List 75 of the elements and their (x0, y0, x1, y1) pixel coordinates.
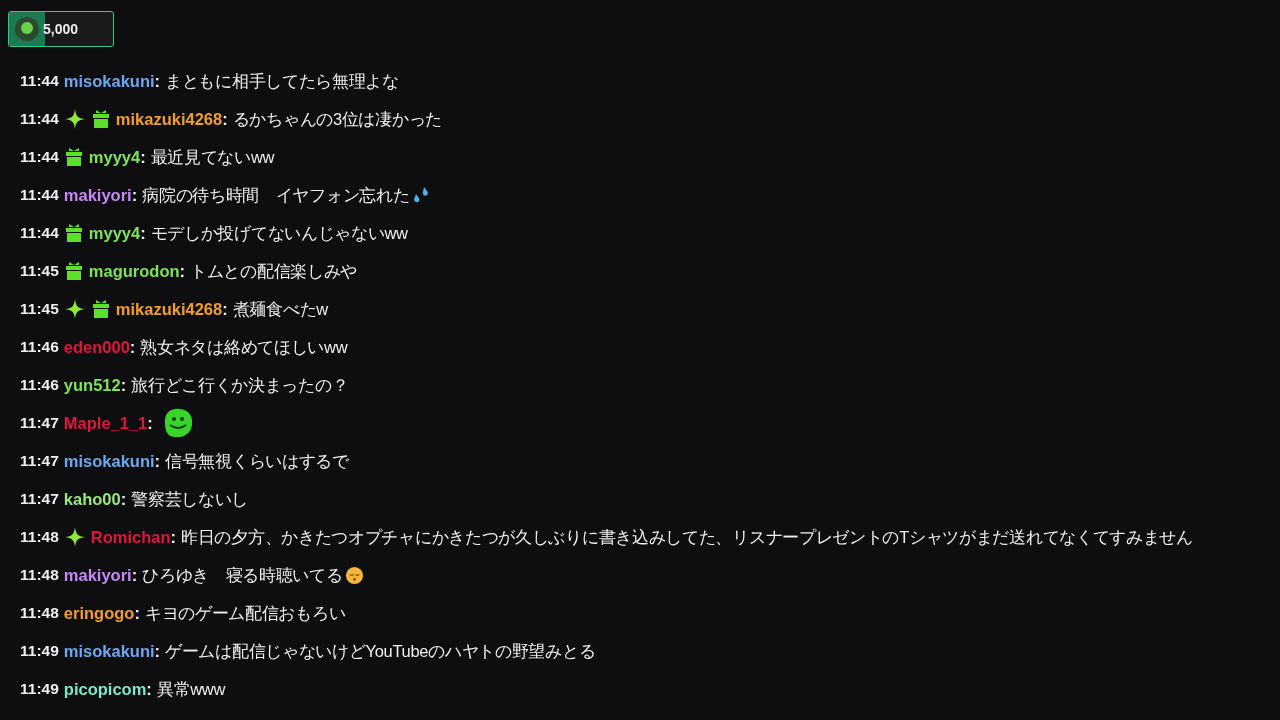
timestamp: 11:48 (20, 603, 59, 624)
timestamp: 11:44 (20, 71, 59, 92)
timestamp: 11:44 (20, 185, 59, 206)
colon: : (179, 260, 186, 282)
chat-message: 異常www (156, 678, 226, 700)
chat-message: るかちゃんの3位は凄かった (232, 108, 442, 130)
username[interactable]: magurodon (88, 258, 180, 284)
username[interactable]: mikazuki4268 (115, 106, 223, 132)
timestamp: 11:47 (20, 451, 59, 472)
colon: : (154, 70, 161, 92)
chat-message: トムとの配信楽しみや (190, 260, 358, 282)
gift-icon (63, 223, 84, 243)
colon: : (154, 640, 161, 662)
chat-message: モデしか投げてないんじゃないww (150, 222, 408, 244)
chat-message: 警察芸しないし (131, 488, 249, 510)
colon: : (129, 336, 136, 358)
username[interactable]: picopicom (63, 676, 147, 702)
username[interactable]: misokakuni (63, 68, 155, 94)
timestamp: 11:45 (20, 261, 59, 282)
username[interactable]: makiyori (63, 182, 132, 208)
colon: : (140, 222, 146, 244)
colon: : (131, 564, 138, 586)
chat-message: 信号無視くらいはするで (165, 450, 349, 472)
chat-message: 熟女ネタは絡めてほしいww (140, 336, 348, 358)
username[interactable]: misokakuni (63, 448, 155, 474)
timestamp: 11:45 (20, 299, 59, 320)
timestamp: 11:44 (20, 223, 59, 244)
timestamp: 11:49 (20, 641, 59, 662)
colon: : (222, 108, 228, 130)
colon: : (120, 374, 127, 396)
gift-icon (63, 147, 84, 167)
username[interactable]: misokakuni (63, 638, 155, 664)
username[interactable]: Maple_1_1 (63, 410, 148, 436)
colon: : (120, 488, 127, 510)
colon: : (140, 146, 146, 168)
chat-message: 昨日の夕方、かきたつオプチャにかきたつが久しぶりに書き込みしてた、リスナープレゼントのTシャツがまだ送れてなくてすみません (181, 526, 1193, 548)
chat-message: 最近見てないww (150, 146, 275, 168)
sleepy-face-icon (344, 565, 364, 585)
timestamp: 11:46 (20, 375, 59, 396)
timestamp: 11:44 (20, 109, 59, 130)
timestamp: 11:46 (20, 337, 59, 358)
gift-icon (63, 261, 84, 281)
username[interactable]: Romichan (90, 524, 171, 550)
timestamp: 11:44 (20, 147, 59, 168)
colon: : (146, 678, 152, 700)
colon: : (222, 298, 228, 320)
gift-icon (90, 109, 111, 129)
timestamp: 11:48 (20, 527, 59, 548)
timestamp: 11:47 (20, 489, 59, 510)
avatar-icon (14, 16, 40, 42)
colon: : (131, 184, 138, 206)
username[interactable]: kaho00 (63, 486, 121, 512)
colon: : (134, 602, 140, 624)
username[interactable]: myyy4 (88, 144, 141, 170)
colon: : (147, 412, 153, 434)
colon: : (170, 526, 177, 548)
gift-icon (90, 299, 111, 319)
username[interactable]: yun512 (63, 372, 121, 398)
chat-message: 煮麺食べたw (232, 298, 328, 320)
chat-message: ゲームは配信じゃないけどYouTubeのハヤトの野望みとる (165, 640, 596, 662)
timestamp: 11:49 (20, 679, 59, 700)
chat-message: キヨのゲーム配信おもろい (144, 602, 346, 624)
username[interactable]: eden000 (63, 334, 130, 360)
username[interactable]: myyy4 (88, 220, 141, 246)
chat-message: 旅行どこ行くか決まったの？ (131, 374, 349, 396)
colon: : (154, 450, 161, 472)
timestamp: 11:48 (20, 565, 59, 586)
chat-message: 病院の待ち時間 イヤフォン忘れた (142, 184, 410, 206)
timestamp: 11:47 (20, 413, 59, 434)
chat-message: ひろゆき 寝る時聴いてる (142, 564, 343, 586)
username[interactable]: eringogo (63, 600, 135, 626)
username[interactable]: mikazuki4268 (115, 296, 223, 322)
username[interactable]: makiyori (63, 562, 132, 588)
chat-message: まともに相手してたら無理よな (165, 70, 399, 92)
bits-amount: 5,000 (43, 19, 79, 39)
